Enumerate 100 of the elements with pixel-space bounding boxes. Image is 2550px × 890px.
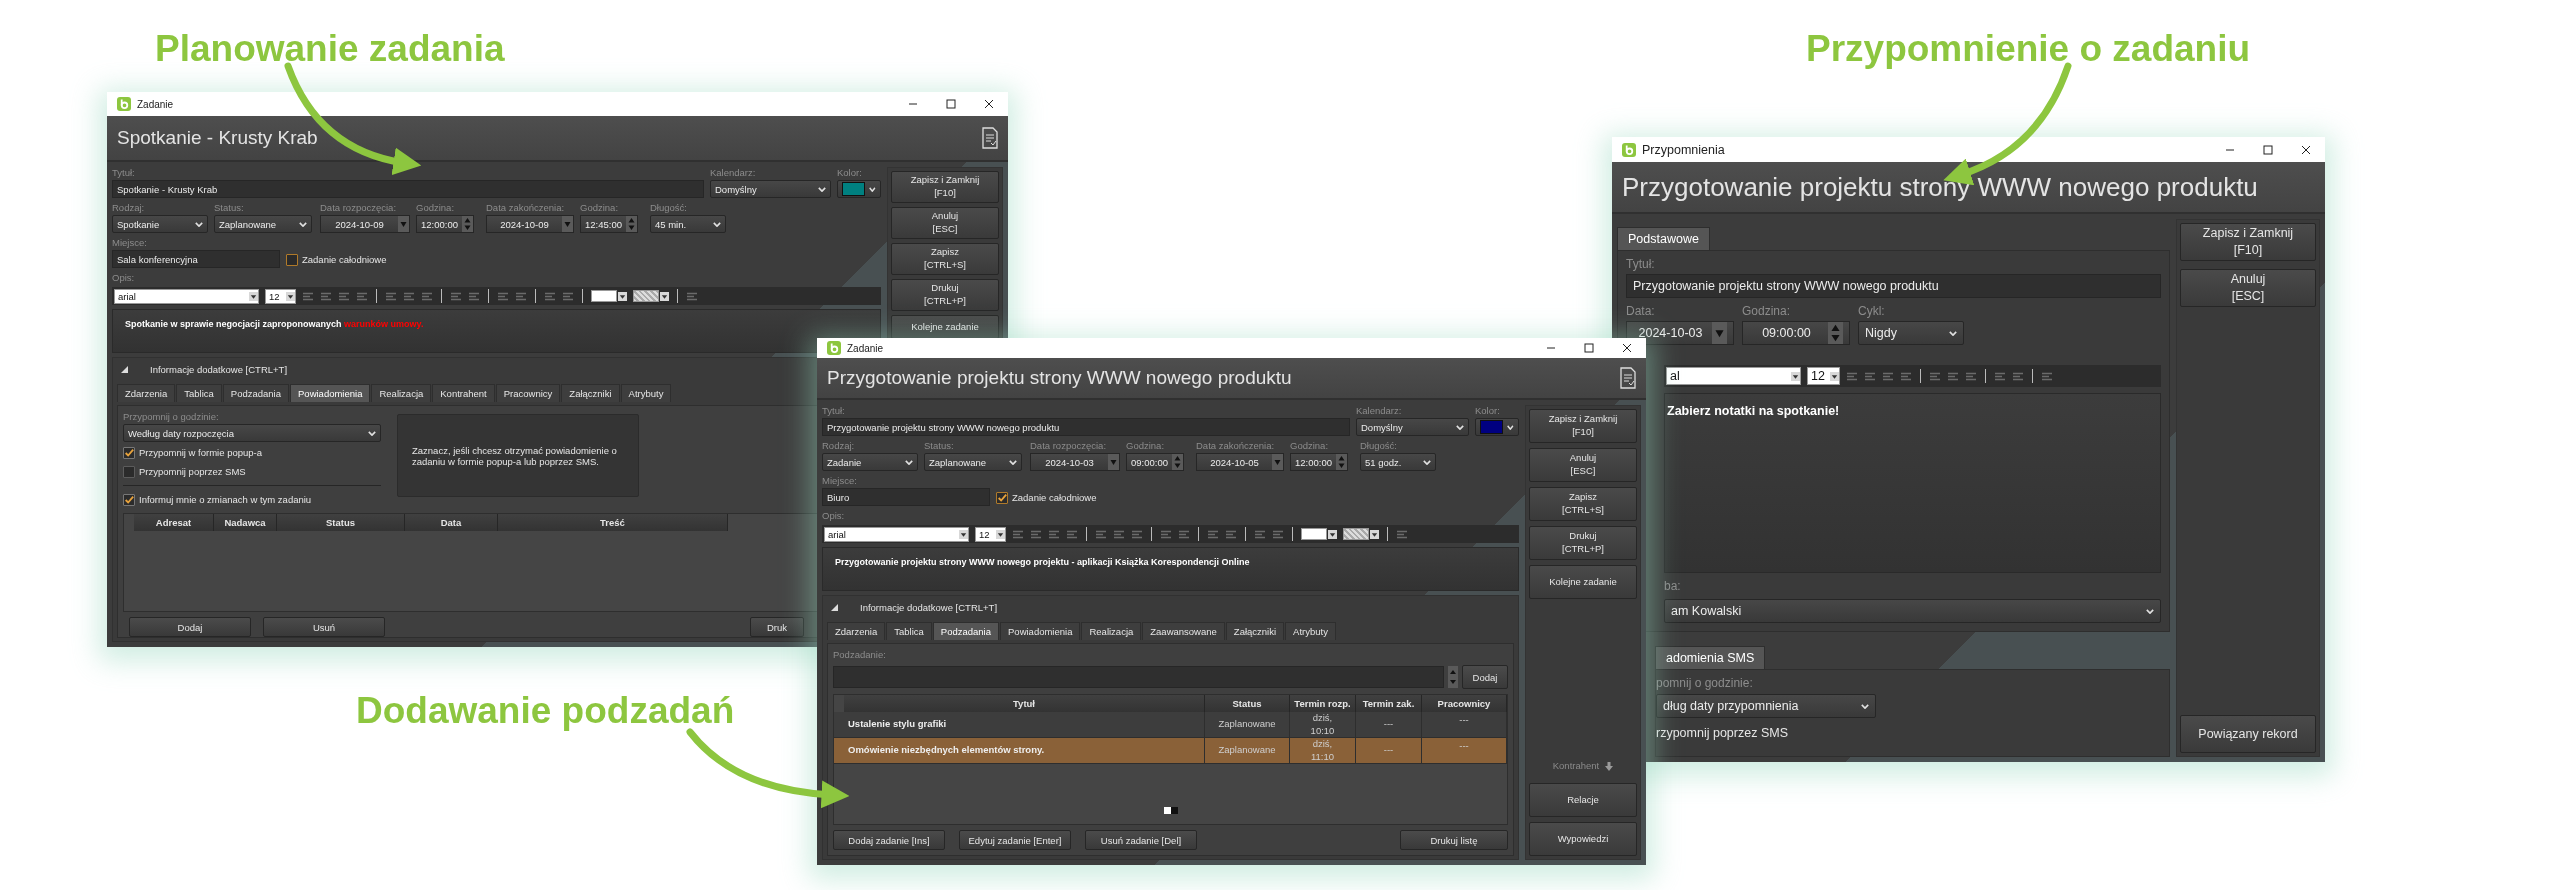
checkbox[interactable]: Zadanie całodniowe bbox=[286, 251, 387, 268]
time-field[interactable]: 09:00:00 bbox=[1126, 453, 1184, 471]
action-button[interactable]: Wypowiedzi bbox=[1529, 822, 1637, 856]
dropdown[interactable]: Zaplanowane bbox=[924, 453, 1022, 471]
button[interactable]: Druk bbox=[750, 617, 804, 637]
date-field[interactable]: 2024-10-09 bbox=[320, 215, 410, 233]
section-label[interactable]: Informacje dodatkowe [CTRL+T] bbox=[860, 601, 998, 613]
dropdown[interactable]: Domyślny bbox=[1356, 418, 1469, 436]
dropdown[interactable]: Zadanie bbox=[822, 453, 918, 471]
dropdown[interactable]: dług daty przypomnienia bbox=[1656, 694, 1876, 718]
text-editor[interactable]: Przygotowanie projektu strony WWW nowego projektu - aplikacji Książka Korespondencji Online bbox=[822, 547, 1519, 591]
tab[interactable]: Realizacja bbox=[1081, 622, 1142, 640]
maximize-icon[interactable] bbox=[1584, 343, 1594, 353]
text-editor[interactable]: Zabierz notatki na spotkanie! bbox=[1664, 393, 2161, 573]
time-field[interactable]: 12:45:00 bbox=[580, 215, 638, 233]
color-dropdown[interactable] bbox=[633, 290, 669, 302]
maximize-icon[interactable] bbox=[946, 99, 956, 109]
tab[interactable]: Podzadania bbox=[222, 384, 289, 402]
action-button[interactable]: Kolejne zadanie bbox=[891, 315, 999, 339]
color-dropdown[interactable] bbox=[591, 290, 627, 302]
section-label[interactable]: Informacje dodatkowe [CTRL+T] bbox=[150, 363, 288, 375]
button[interactable]: Drukuj listę bbox=[1400, 830, 1508, 850]
tab[interactable]: Załączniki bbox=[1225, 622, 1285, 640]
text-field[interactable]: Przygotowanie projektu strony WWW nowego produktu bbox=[822, 418, 1350, 436]
action-button[interactable]: Zapisz i Zamknij [F10] bbox=[1529, 409, 1637, 443]
font-size-dropdown[interactable]: 12 bbox=[1807, 367, 1840, 385]
action-button[interactable]: Zapisz i Zamknij [F10] bbox=[2180, 223, 2316, 261]
expand-icon[interactable] bbox=[831, 603, 838, 611]
action-button[interactable]: Anuluj [ESC] bbox=[891, 207, 999, 239]
close-icon[interactable] bbox=[984, 99, 994, 109]
color-dropdown[interactable] bbox=[1343, 528, 1379, 540]
time-field[interactable]: 09:00:00 bbox=[1742, 321, 1850, 345]
text-field[interactable]: Przygotowanie projektu strony WWW nowego produktu bbox=[1626, 274, 2161, 298]
font-dropdown[interactable]: al bbox=[1666, 367, 1801, 385]
font-dropdown[interactable]: arial bbox=[824, 526, 969, 542]
action-button[interactable]: Zapisz i Zamknij [F10] bbox=[891, 171, 999, 203]
action-button[interactable]: Zapisz [CTRL+S] bbox=[1529, 487, 1637, 521]
tab[interactable]: Podstawowe bbox=[1617, 227, 1710, 250]
dropdown[interactable]: Zaplanowane bbox=[214, 215, 312, 233]
action-button[interactable]: Drukuj [CTRL+P] bbox=[891, 279, 999, 311]
button[interactable]: Usuń zadanie [Del] bbox=[1085, 830, 1197, 850]
tab[interactable]: Atrybuty bbox=[1285, 622, 1336, 640]
tab[interactable]: adomienia SMS bbox=[1655, 646, 1766, 669]
color-picker[interactable] bbox=[837, 180, 881, 198]
font-size-dropdown[interactable]: 12 bbox=[975, 526, 1006, 542]
time-field[interactable]: 12:00:00 bbox=[1290, 453, 1348, 471]
tab[interactable]: Tablica bbox=[886, 622, 932, 640]
tab[interactable]: Atrybuty bbox=[620, 384, 672, 402]
button[interactable]: Dodaj bbox=[129, 617, 251, 637]
color-dropdown[interactable] bbox=[1301, 528, 1337, 540]
action-button[interactable]: Anuluj [ESC] bbox=[2180, 269, 2316, 307]
action-button[interactable]: Powiązany rekord bbox=[2180, 715, 2316, 753]
dropdown[interactable]: 45 min. bbox=[650, 215, 726, 233]
tab[interactable]: Powiadomienia bbox=[1000, 622, 1081, 640]
maximize-icon[interactable] bbox=[2263, 144, 2273, 155]
checkbox[interactable]: Przypomnij poprzez SMS bbox=[123, 463, 381, 480]
checkbox[interactable]: Zadanie całodniowe bbox=[996, 489, 1097, 506]
button[interactable]: Dodaj bbox=[1462, 665, 1508, 689]
text-field[interactable]: Spotkanie - Krusty Krab bbox=[112, 180, 704, 198]
action-button[interactable]: Relacje bbox=[1529, 783, 1637, 817]
checkbox[interactable]: Przypomnij w formie popup-a bbox=[123, 444, 381, 461]
font-size-dropdown[interactable]: 12 bbox=[265, 288, 296, 304]
tab[interactable]: Zdarzenia bbox=[117, 384, 176, 402]
dropdown[interactable]: 51 godz. bbox=[1360, 453, 1436, 471]
close-icon[interactable] bbox=[1622, 343, 1632, 353]
time-field[interactable]: 12:00:00 bbox=[416, 215, 474, 233]
tab[interactable]: Załączniki bbox=[561, 384, 620, 402]
action-button[interactable]: Drukuj [CTRL+P] bbox=[1529, 526, 1637, 560]
checkbox[interactable]: Informuj mnie o zmianach w tym zadaniu bbox=[123, 491, 381, 508]
date-field[interactable]: 2024-10-09 bbox=[486, 215, 574, 233]
date-field[interactable]: 2024-10-03 bbox=[1626, 321, 1734, 345]
close-icon[interactable] bbox=[2301, 144, 2311, 155]
action-button[interactable]: Zapisz [CTRL+S] bbox=[891, 243, 999, 275]
button[interactable]: Dodaj zadanie [Ins] bbox=[833, 830, 945, 850]
tab[interactable]: Podzadania bbox=[932, 622, 999, 640]
dropdown[interactable]: Spotkanie bbox=[112, 215, 208, 233]
table-row[interactable]: Omówienie niezbędnych elementów strony. Zaplanowane dziś, 11:10 --- --- bbox=[834, 738, 1507, 764]
text-field[interactable]: Sala konferencyjna bbox=[112, 250, 280, 268]
color-picker[interactable] bbox=[1475, 418, 1519, 436]
tab[interactable]: Kontrahent bbox=[432, 384, 495, 402]
dropdown[interactable]: Według daty rozpoczęcia bbox=[123, 424, 381, 442]
expand-icon[interactable] bbox=[121, 365, 128, 373]
table-row[interactable]: Ustalenie stylu grafiki Zaplanowane dziś, 10:10 --- --- bbox=[834, 712, 1507, 738]
font-dropdown[interactable]: arial bbox=[114, 288, 259, 304]
text-field[interactable] bbox=[833, 666, 1444, 688]
button[interactable]: Edytuj zadanie [Enter] bbox=[959, 830, 1071, 850]
tab[interactable]: Zdarzenia bbox=[827, 622, 886, 640]
text-field[interactable]: Biuro bbox=[822, 488, 990, 506]
button[interactable]: Usuń bbox=[263, 617, 385, 637]
tab[interactable]: Zaawansowane bbox=[1142, 622, 1225, 640]
action-button[interactable]: Anuluj [ESC] bbox=[1529, 448, 1637, 482]
tab[interactable]: Realizacja bbox=[371, 384, 432, 402]
date-field[interactable]: 2024-10-05 bbox=[1196, 453, 1284, 471]
tab[interactable]: Pracownicy bbox=[495, 384, 561, 402]
tab[interactable]: Tablica bbox=[176, 384, 222, 402]
dropdown[interactable]: am Kowalski bbox=[1664, 599, 2161, 623]
action-button[interactable]: Kolejne zadanie bbox=[1529, 565, 1637, 599]
tab[interactable]: Powiadomienia bbox=[290, 384, 371, 402]
dropdown[interactable]: Domyślny bbox=[710, 180, 831, 198]
date-field[interactable]: 2024-10-03 bbox=[1030, 453, 1120, 471]
